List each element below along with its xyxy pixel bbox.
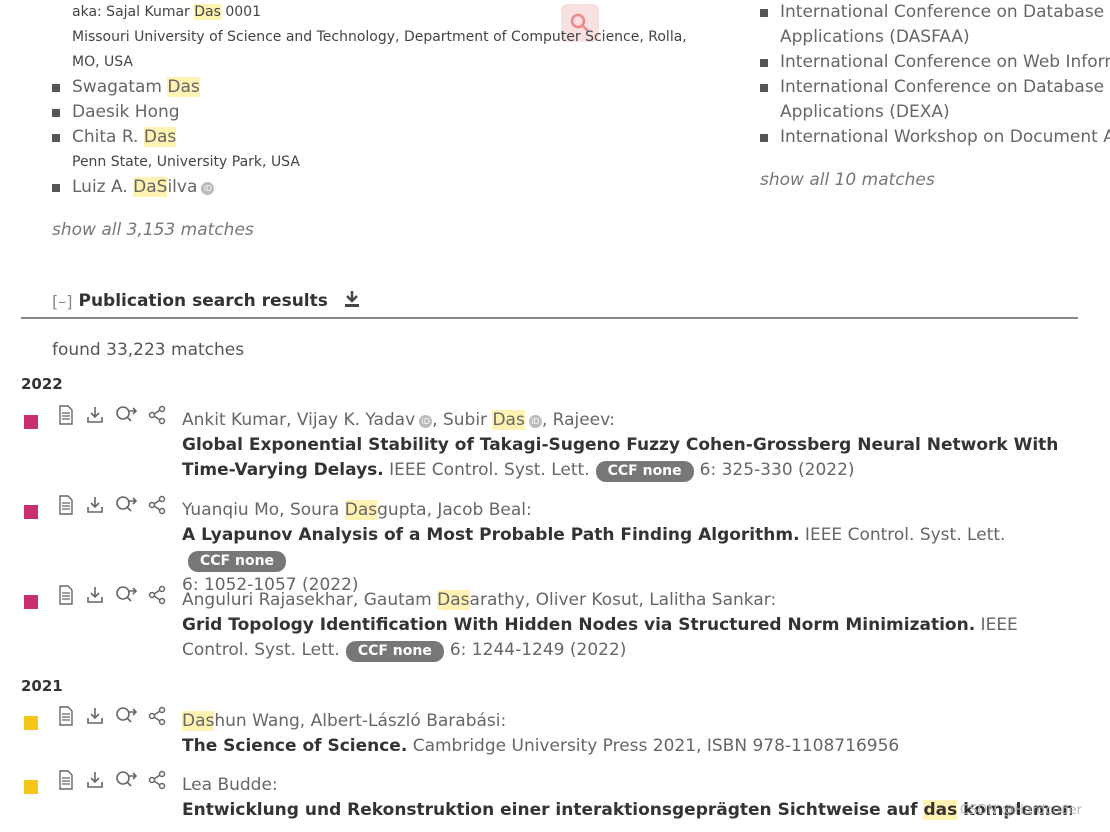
export-icon[interactable] — [85, 585, 105, 605]
share-icon[interactable] — [147, 495, 167, 515]
entry-authors[interactable]: Yuanqiu Mo, Soura Dasgupta, Jacob Beal: — [182, 500, 532, 520]
view-icon[interactable] — [57, 405, 75, 425]
share-icon[interactable] — [147, 405, 167, 425]
author-affiliation: MO, USA — [72, 54, 133, 70]
entry-venue[interactable]: Cambridge University Press 2021, ISBN 97… — [407, 736, 900, 756]
download-icon[interactable] — [344, 290, 360, 312]
entry-title[interactable]: A Lyapunov Analysis of a Most Probable P… — [182, 525, 800, 545]
author-affiliation: Missouri University of Science and Techn… — [72, 29, 687, 45]
book-marker — [24, 716, 38, 730]
entry-authors[interactable]: Anguluri Rajasekhar, Gautam Dasarathy, O… — [182, 590, 776, 610]
entry-authors[interactable]: Lea Budde: — [182, 775, 278, 795]
entry-authors[interactable]: Ankit Kumar, Vijay K. Yadav iD, Subir Das… — [182, 410, 615, 430]
venue-item[interactable]: International Conference on Database Sys… — [760, 0, 1110, 25]
references-icon[interactable] — [115, 585, 137, 605]
view-icon[interactable] — [57, 706, 75, 726]
orcid-icon[interactable]: iD — [528, 415, 542, 428]
section-collapse-toggle[interactable]: [–] — [52, 292, 72, 311]
section-divider — [21, 317, 1078, 319]
references-icon[interactable] — [115, 706, 137, 726]
journal-article-marker — [24, 595, 38, 609]
author-item[interactable]: Daesik Hong — [52, 100, 712, 125]
view-icon[interactable] — [57, 770, 75, 790]
share-icon[interactable] — [147, 585, 167, 605]
venue-item-continued: Applications (DASFAA) — [780, 27, 970, 47]
view-icon[interactable] — [57, 495, 75, 515]
export-icon[interactable] — [85, 495, 105, 515]
entry-title[interactable]: Entwicklung und Rekonstruktion einer int… — [182, 800, 1072, 820]
author-matches: aka: Sajal Kumar Das 0001 Missouri Unive… — [52, 0, 712, 200]
entry-authors[interactable]: Dashun Wang, Albert-László Barabási: — [182, 711, 506, 731]
venue-item-continued: Applications (DEXA) — [780, 102, 950, 122]
share-icon[interactable] — [147, 706, 167, 726]
ccf-badge: CCF none — [345, 641, 444, 662]
entry-venue[interactable]: IEEE Control. Syst. Lett. — [800, 525, 1005, 545]
orcid-icon[interactable]: iD — [419, 415, 433, 428]
author-item[interactable]: Swagatam Das — [52, 75, 712, 100]
author-item[interactable]: Chita R. Das — [52, 125, 712, 150]
show-all-authors-link[interactable]: show all 3,153 matches — [52, 220, 254, 240]
export-icon[interactable] — [85, 770, 105, 790]
book-marker — [24, 780, 38, 794]
export-icon[interactable] — [85, 405, 105, 425]
venue-item[interactable]: International Workshop on Document Analy… — [760, 125, 1110, 150]
journal-article-marker — [24, 415, 38, 429]
references-icon[interactable] — [115, 405, 137, 425]
author-item[interactable]: Luiz A. DaSilva iD — [52, 175, 712, 200]
publication-section-header: [–] Publication search results — [52, 288, 360, 314]
author-alias: aka: Sajal Kumar Das 0001 — [72, 4, 261, 20]
year-heading: 2021 — [21, 677, 63, 695]
venue-matches: International Conference on Database Sys… — [760, 0, 1110, 150]
ccf-badge: CCF none — [595, 461, 694, 482]
export-icon[interactable] — [85, 706, 105, 726]
share-icon[interactable] — [147, 770, 167, 790]
year-heading: 2022 — [21, 375, 63, 393]
references-icon[interactable] — [115, 495, 137, 515]
show-all-venues-link[interactable]: show all 10 matches — [760, 170, 935, 190]
entry-title[interactable]: The Science of Science. — [182, 736, 407, 756]
venue-item[interactable]: International Conference on Database and… — [760, 75, 1110, 100]
orcid-icon[interactable]: iD — [201, 182, 215, 195]
watermark: CSDN @Hardcoder — [960, 803, 1083, 818]
journal-article-marker — [24, 505, 38, 519]
match-count: found 33,223 matches — [52, 340, 245, 360]
entry-venue[interactable]: IEEE Control. Syst. Lett. — [384, 460, 589, 480]
entry-title[interactable]: Grid Topology Identification With Hidden… — [182, 615, 975, 635]
references-icon[interactable] — [115, 770, 137, 790]
section-title: Publication search results — [78, 291, 328, 311]
entry-pages: 6: 325-330 (2022) — [699, 460, 855, 480]
ccf-badge: CCF none — [188, 551, 287, 572]
author-affiliation: Penn State, University Park, USA — [72, 154, 300, 170]
venue-item[interactable]: International Conference on Web Informat… — [760, 50, 1110, 75]
entry-pages: 6: 1244-1249 (2022) — [449, 640, 627, 660]
view-icon[interactable] — [57, 585, 75, 605]
